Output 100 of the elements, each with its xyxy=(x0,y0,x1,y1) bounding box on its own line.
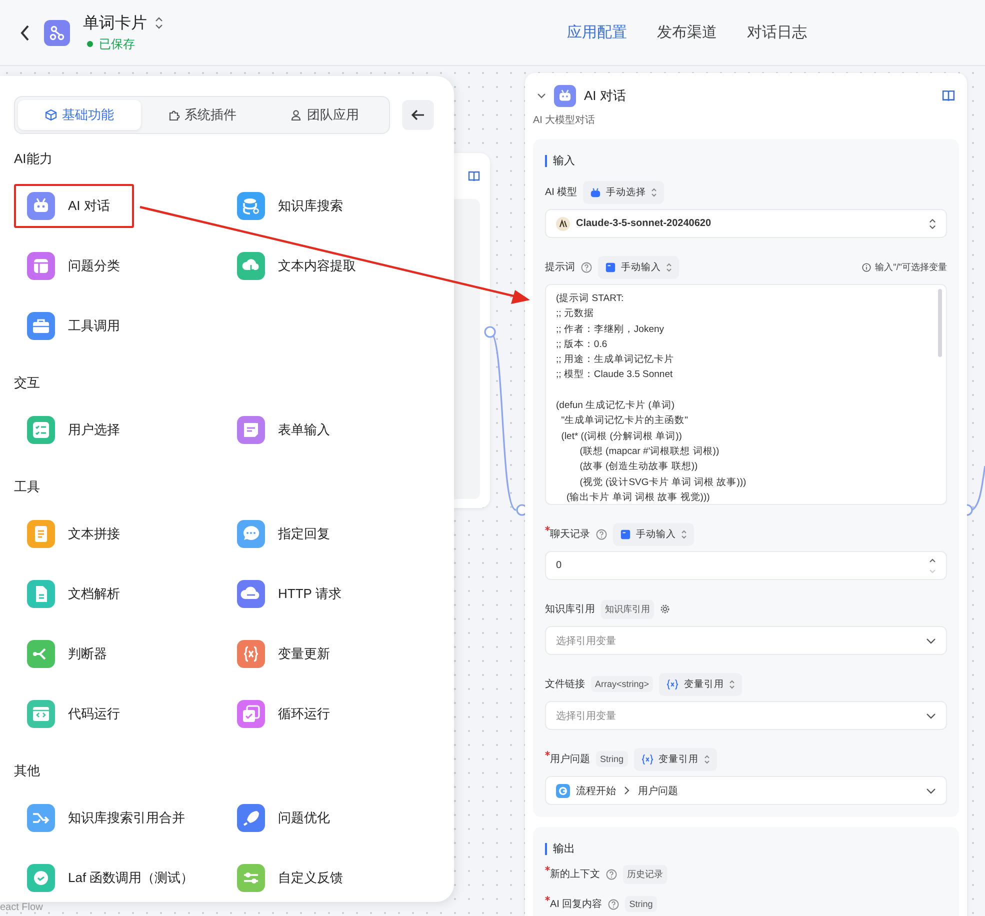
braces-icon xyxy=(640,754,654,764)
app-icon xyxy=(44,20,70,46)
type-tag: String xyxy=(625,896,657,912)
hint-text: 输入"/"可选择变量 xyxy=(875,260,947,274)
section-title: 其他 xyxy=(14,762,41,778)
select-field[interactable]: 选择引用变量 xyxy=(545,701,947,730)
info-icon xyxy=(862,262,872,272)
node-item[interactable]: 知识库搜索 xyxy=(224,184,367,228)
category-tab[interactable]: 基础功能 xyxy=(18,100,141,130)
item-label: 问题优化 xyxy=(278,809,330,827)
robot-icon xyxy=(590,186,602,198)
chevron-down-icon xyxy=(926,788,936,794)
type-tag: 知识库引用 xyxy=(601,600,654,618)
node-item[interactable]: 代码运行 xyxy=(14,692,144,736)
type-tag: Array<string> xyxy=(591,676,654,692)
left-arrow-icon xyxy=(411,109,425,121)
variable-name: 用户问题 xyxy=(638,784,678,798)
item-label: 工具调用 xyxy=(68,317,120,335)
updown-caret-icon[interactable] xyxy=(155,17,163,29)
source-name: 流程开始 xyxy=(576,784,616,798)
nav-tab[interactable]: 对话日志 xyxy=(747,19,807,46)
node-item[interactable]: HTTP 请求 xyxy=(224,572,366,616)
input-mode-selector[interactable]: 手动输入 xyxy=(598,256,679,278)
updown-caret-icon xyxy=(651,188,658,196)
nav-tab[interactable]: 发布渠道 xyxy=(657,19,717,46)
node-item[interactable]: 指定回复 xyxy=(224,512,354,556)
save-status: 已保存 xyxy=(99,36,135,52)
model-select[interactable]: Claude-3-5-sonnet-20240620 xyxy=(545,209,947,238)
item-label: 文本内容提取 xyxy=(278,257,356,275)
robot-icon xyxy=(554,85,576,107)
item-label: 文本拼接 xyxy=(68,525,120,543)
field-label: 新的上下文 xyxy=(550,868,600,881)
person-icon xyxy=(290,109,302,121)
puzzle-icon xyxy=(168,109,180,121)
type-tag: 历史记录 xyxy=(623,864,667,884)
nav-tab[interactable]: 应用配置 xyxy=(567,19,627,46)
book-icon xyxy=(468,171,480,182)
chevron-down-icon[interactable] xyxy=(537,93,546,99)
collapse-button[interactable] xyxy=(402,100,434,130)
play-circle-icon xyxy=(556,784,570,798)
item-label: 变量更新 xyxy=(278,645,330,663)
square-icon xyxy=(605,262,616,272)
node-item[interactable]: 文档解析 xyxy=(14,572,144,616)
updown-caret-icon xyxy=(729,680,736,688)
updown-caret-icon xyxy=(681,530,687,538)
gear-icon[interactable] xyxy=(660,604,670,614)
category-tab[interactable]: 系统插件 xyxy=(140,100,264,130)
item-label: 代码运行 xyxy=(68,705,120,723)
stepper-icon[interactable] xyxy=(929,558,936,574)
item-label: 表单输入 xyxy=(278,421,330,439)
node-item[interactable]: 循环运行 xyxy=(224,692,354,736)
field-label: 知识库引用 xyxy=(545,602,595,616)
select-field[interactable]: 流程开始 用户问题 xyxy=(545,776,947,805)
updown-caret-icon xyxy=(704,754,710,764)
item-label: Laf 函数调用（测试） xyxy=(68,869,194,887)
field-label: AI 模型 xyxy=(545,186,578,199)
item-label: 问题分类 xyxy=(68,257,120,275)
node-item[interactable]: 表单输入 xyxy=(224,408,354,452)
node-item[interactable]: 问题分类 xyxy=(14,244,144,288)
node-item[interactable]: 判断器 xyxy=(14,632,131,676)
section-title: 输出 xyxy=(545,843,947,855)
node-item[interactable]: AI 对话 xyxy=(14,184,134,228)
node-item[interactable]: 问题优化 xyxy=(224,796,354,840)
section-title: 输入 xyxy=(545,155,947,167)
updown-caret-icon xyxy=(929,218,936,230)
section-title: 工具 xyxy=(14,478,41,494)
prompt-textarea[interactable]: (提示词 START: ;; 元数据 ;; 作者：李继刚，Jokeny ;; 版本：0.6 ;; 用途：生成单词记忆卡片 ;; 模型：Claude 3.5 Sonnet (defun 生成记忆卡片 (单词) "生成单词记忆卡片的主函数" (let* ((词根 (分解词根 单词)) (联想 (mapcar #'词根联想 词根)) (故事 (创造生动故事 联想)) (视觉 (设计SVG卡片 单词 词根 故事))) (输出卡片 单词 词根 故事 视觉))) xyxy=(545,284,947,505)
node-item[interactable]: 变量更新 xyxy=(224,632,354,676)
node-title: AI 对话 xyxy=(584,87,627,105)
input-mode-selector[interactable]: 手动输入 xyxy=(613,522,694,546)
field-label: 提示词 xyxy=(545,261,575,274)
type-tag: String xyxy=(596,751,628,767)
node-item[interactable]: 自定义反馈 xyxy=(224,856,367,900)
item-label: 用户选择 xyxy=(68,421,120,439)
input-mode-selector[interactable]: 手动选择 xyxy=(583,180,664,204)
scrollbar[interactable] xyxy=(938,289,942,357)
select-field[interactable]: 选择引用变量 xyxy=(545,626,947,655)
node-item[interactable]: 工具调用 xyxy=(14,304,144,348)
node-item[interactable]: 文本拼接 xyxy=(14,512,144,556)
category-tab[interactable]: 团队应用 xyxy=(263,100,386,130)
field-label: 文件链接 xyxy=(545,678,585,691)
item-label: 自定义反馈 xyxy=(278,869,343,887)
field-label: 聊天记录 xyxy=(550,528,590,541)
item-label: 知识库搜索 xyxy=(278,197,343,215)
number-input[interactable]: 0 xyxy=(545,551,947,580)
input-mode-selector[interactable]: 变量引用 xyxy=(659,672,742,696)
chevron-down-icon xyxy=(926,712,936,718)
item-label: AI 对话 xyxy=(68,197,110,215)
field-label: 用户问题 xyxy=(550,752,590,766)
chevron-right-icon xyxy=(624,786,630,795)
back-icon[interactable] xyxy=(19,24,31,42)
section-title: 交互 xyxy=(14,374,41,390)
node-item[interactable]: 用户选择 xyxy=(14,408,144,452)
input-mode-selector[interactable]: 变量引用 xyxy=(634,748,717,770)
cube-icon xyxy=(44,109,57,121)
book-icon[interactable] xyxy=(942,90,955,102)
node-item[interactable]: 知识库搜索引用合并 xyxy=(14,796,209,840)
chevron-down-icon xyxy=(926,638,936,644)
node-item[interactable]: 文本内容提取 xyxy=(224,244,380,288)
node-item[interactable]: Laf 函数调用（测试） xyxy=(14,856,218,900)
